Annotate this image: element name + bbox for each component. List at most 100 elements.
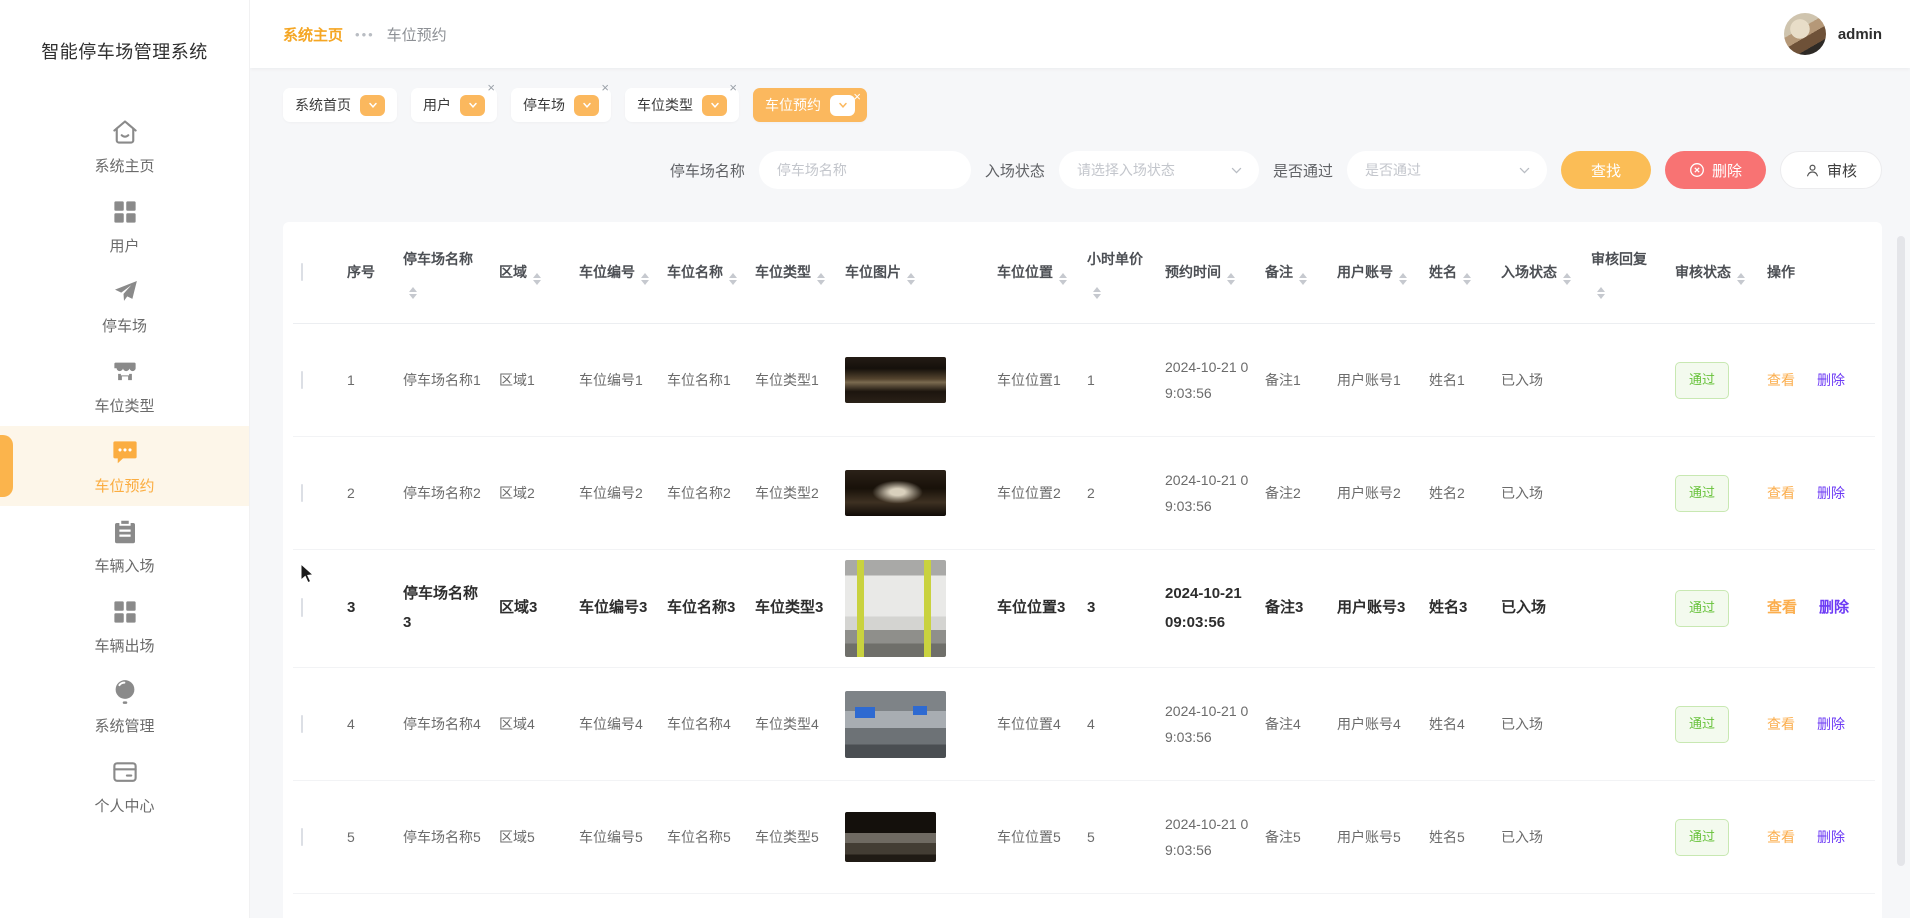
pass-status-select[interactable]: 是否通过 (1347, 151, 1547, 189)
select-all-checkbox[interactable] (301, 263, 303, 281)
sort-arrows-icon[interactable] (1227, 273, 1235, 285)
spot-photo[interactable] (845, 560, 946, 657)
sort-arrows-icon[interactable] (1059, 273, 1067, 285)
tab-close-icon[interactable]: × (487, 81, 495, 94)
row-checkbox[interactable] (301, 828, 303, 846)
column-header[interactable]: 区域 (491, 222, 571, 324)
column-header[interactable]: 审核回复 (1583, 222, 1667, 324)
cell-spot_no: 车位编号6 (571, 894, 659, 918)
tab-车位类型[interactable]: 车位类型× (625, 88, 739, 122)
row-checkbox[interactable] (301, 371, 303, 389)
row-checkbox[interactable] (301, 598, 303, 617)
cell-reply (1583, 668, 1667, 781)
column-header[interactable]: 车位图片 (837, 222, 989, 324)
column-label: 车位位置 (997, 264, 1053, 280)
column-header[interactable]: 姓名 (1421, 222, 1493, 324)
sort-arrows-icon[interactable] (1737, 273, 1745, 285)
delete-button[interactable]: 删除 (1665, 151, 1766, 189)
sort-arrows-icon[interactable] (1093, 287, 1101, 299)
sort-arrows-icon[interactable] (1597, 287, 1605, 299)
sort-arrows-icon[interactable] (907, 273, 915, 285)
delete-link[interactable]: 删除 (1817, 485, 1845, 501)
sidebar-item-home[interactable]: 系统主页 (0, 106, 249, 186)
user-box[interactable]: admin (1784, 13, 1882, 55)
paper-plane-icon (109, 276, 141, 308)
sort-arrows-icon[interactable] (817, 273, 825, 285)
tab-系统首页[interactable]: 系统首页 (283, 88, 397, 122)
delete-link[interactable]: 删除 (1817, 829, 1845, 845)
spot-photo[interactable] (845, 691, 946, 758)
column-label: 区域 (499, 264, 527, 280)
entry-status-select[interactable]: 请选择入场状态 (1059, 151, 1259, 189)
tab-车位预约[interactable]: 车位预约× (753, 88, 867, 122)
cell-spot_type: 车位类型6 (747, 894, 837, 918)
search-button[interactable]: 查找 (1561, 151, 1651, 189)
column-header[interactable]: 车位类型 (747, 222, 837, 324)
delete-link[interactable]: 删除 (1817, 716, 1845, 732)
sort-arrows-icon[interactable] (729, 273, 737, 285)
sort-arrows-icon[interactable] (1299, 273, 1307, 285)
sidebar-item-spot-type[interactable]: 车位类型 (0, 346, 249, 426)
column-label: 入场状态 (1501, 264, 1557, 280)
sort-arrows-icon[interactable] (533, 273, 541, 285)
cell-spot_no: 车位编号3 (571, 550, 659, 668)
sidebar-item-spot-reservation[interactable]: 车位预约 (0, 426, 249, 506)
cell-park_name: 停车场名称2 (395, 437, 491, 550)
cell-account: 用户账号2 (1329, 437, 1421, 550)
tab-close-icon[interactable]: × (729, 81, 737, 94)
table-body: 1停车场名称1区域1车位编号1车位名称1车位类型1车位位置112024-10-2… (293, 324, 1875, 918)
tab-close-icon[interactable]: × (601, 81, 609, 94)
column-header[interactable]: 车位位置 (989, 222, 1079, 324)
sidebar-item-vehicle-entry[interactable]: 车辆入场 (0, 506, 249, 586)
sort-arrows-icon[interactable] (641, 273, 649, 285)
column-header[interactable]: 备注 (1257, 222, 1329, 324)
sort-arrows-icon[interactable] (409, 287, 417, 299)
tab-用户[interactable]: 用户× (411, 88, 497, 122)
sort-arrows-icon[interactable] (1463, 273, 1471, 285)
sidebar-item-vehicle-exit[interactable]: 车辆出场 (0, 586, 249, 666)
column-header[interactable]: 审核状态 (1667, 222, 1759, 324)
sort-arrows-icon[interactable] (1563, 273, 1571, 285)
column-header[interactable]: 小时单价 (1079, 222, 1157, 324)
view-link[interactable]: 查看 (1767, 485, 1795, 501)
column-header[interactable]: 入场状态 (1493, 222, 1583, 324)
cell-account: 用户账号5 (1329, 781, 1421, 894)
cell-index: 3 (339, 550, 395, 668)
row-checkbox[interactable] (301, 484, 303, 502)
spot-photo[interactable] (845, 812, 936, 862)
reservation-table: 序号停车场名称区域车位编号车位名称车位类型车位图片车位位置小时单价预约时间备注用… (293, 222, 1875, 918)
view-link[interactable]: 查看 (1767, 716, 1795, 732)
cell-price: 4 (1079, 668, 1157, 781)
column-header[interactable]: 车位编号 (571, 222, 659, 324)
delete-link[interactable]: 删除 (1819, 599, 1849, 616)
column-header[interactable]: 停车场名称 (395, 222, 491, 324)
vertical-scrollbar[interactable] (1897, 236, 1905, 866)
spot-photo[interactable] (845, 470, 946, 516)
row-checkbox[interactable] (301, 715, 303, 733)
column-label: 审核状态 (1675, 264, 1731, 280)
column-header[interactable]: 预约时间 (1157, 222, 1257, 324)
column-header[interactable]: 用户账号 (1329, 222, 1421, 324)
cell-reply (1583, 324, 1667, 437)
sidebar-item-profile[interactable]: 个人中心 (0, 746, 249, 826)
column-header[interactable]: 车位名称 (659, 222, 747, 324)
sort-arrows-icon[interactable] (1399, 273, 1407, 285)
view-link[interactable]: 查看 (1767, 372, 1795, 388)
view-link[interactable]: 查看 (1767, 599, 1797, 616)
cell-spot_type: 车位类型3 (747, 550, 837, 668)
breadcrumb-home[interactable]: 系统主页 (283, 24, 343, 45)
delete-button-label: 删除 (1712, 160, 1742, 181)
tab-close-icon[interactable]: × (853, 90, 861, 103)
sidebar-item-parking-lot[interactable]: 停车场 (0, 266, 249, 346)
cell-price: 5 (1079, 781, 1157, 894)
audit-button[interactable]: 审核 (1780, 151, 1882, 189)
park-name-input[interactable] (759, 151, 971, 189)
sidebar-item-system-management[interactable]: 系统管理 (0, 666, 249, 746)
avatar[interactable] (1784, 13, 1826, 55)
tab-停车场[interactable]: 停车场× (511, 88, 611, 122)
delete-link[interactable]: 删除 (1817, 372, 1845, 388)
spot-photo[interactable] (845, 357, 946, 403)
view-link[interactable]: 查看 (1767, 829, 1795, 845)
column-label: 车位名称 (667, 264, 723, 280)
sidebar-item-users[interactable]: 用户 (0, 186, 249, 266)
